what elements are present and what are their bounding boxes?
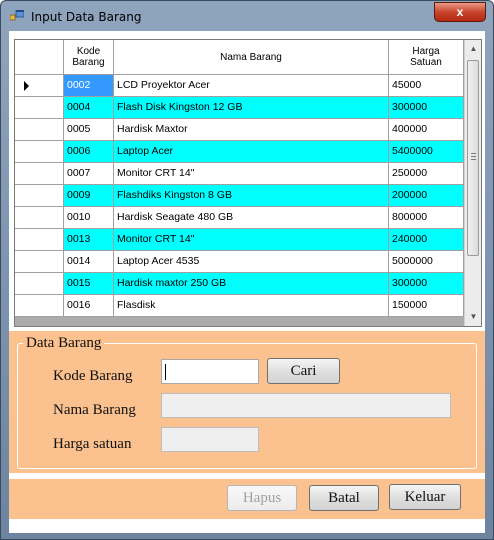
data-grid[interactable]: Kode Barang Nama Barang Harga Satuan 0002 L… — [14, 39, 482, 327]
harga-satuan-input[interactable] — [161, 427, 259, 452]
row-header[interactable] — [15, 119, 64, 141]
cell-kode[interactable]: 0014 — [64, 251, 114, 273]
scroll-down-icon[interactable]: ▼ — [467, 310, 480, 324]
cell-harga[interactable]: 200000 — [389, 185, 464, 207]
kode-barang-input[interactable] — [161, 359, 259, 384]
cell-harga[interactable]: 300000 — [389, 97, 464, 119]
group-title: Data Barang — [23, 335, 105, 352]
data-barang-panel: Data Barang Kode Barang Cari Nama Barang… — [9, 331, 485, 473]
cell-harga[interactable]: 240000 — [389, 229, 464, 251]
column-header-nama[interactable]: Nama Barang — [114, 40, 389, 74]
row-header[interactable] — [15, 229, 64, 251]
cell-kode[interactable]: 0013 — [64, 229, 114, 251]
app-window: Input Data Barang x Kode Barang Nama Bara… — [0, 0, 494, 540]
title-bar[interactable]: Input Data Barang x — [1, 1, 493, 29]
table-row[interactable]: 0010 Hardisk Seagate 480 GB 800000 — [15, 207, 464, 229]
kode-barang-label: Kode Barang — [53, 368, 133, 384]
cell-nama[interactable]: Hardisk Seagate 480 GB — [114, 207, 389, 229]
cell-harga[interactable]: 5000000 — [389, 251, 464, 273]
scrollbar-thumb[interactable] — [467, 60, 479, 256]
cell-harga[interactable]: 150000 — [389, 295, 464, 317]
cell-nama[interactable]: Monitor CRT 14" — [114, 229, 389, 251]
table-row[interactable]: 0004 Flash Disk Kingston 12 GB 300000 — [15, 97, 464, 119]
cell-kode[interactable]: 0016 — [64, 295, 114, 317]
row-header[interactable] — [15, 207, 64, 229]
column-header-nama-label: Nama Barang — [220, 51, 282, 63]
cell-harga[interactable]: 250000 — [389, 163, 464, 185]
nama-barang-input[interactable] — [161, 393, 451, 418]
cell-nama[interactable]: Flashdiks Kingston 8 GB — [114, 185, 389, 207]
button-bar: Hapus Batal Keluar — [9, 479, 485, 519]
row-header[interactable] — [15, 295, 64, 317]
grid-header: Kode Barang Nama Barang Harga Satuan — [15, 40, 464, 75]
row-header[interactable] — [15, 141, 64, 163]
current-row-arrow-icon — [24, 81, 29, 91]
cell-harga[interactable]: 400000 — [389, 119, 464, 141]
cell-kode[interactable]: 0004 — [64, 97, 114, 119]
column-header-harga-label: Harga Satuan — [410, 46, 442, 68]
cell-harga[interactable]: 5400000 — [389, 141, 464, 163]
window-title: Input Data Barang — [31, 10, 142, 24]
cell-harga[interactable]: 800000 — [389, 207, 464, 229]
cell-kode[interactable]: 0007 — [64, 163, 114, 185]
column-header-harga[interactable]: Harga Satuan — [389, 40, 464, 74]
text-caret — [165, 364, 166, 380]
cell-kode[interactable]: 0005 — [64, 119, 114, 141]
table-row[interactable]: 0013 Monitor CRT 14" 240000 — [15, 229, 464, 251]
table-row[interactable]: 0016 Flasdisk 150000 — [15, 295, 464, 317]
row-header[interactable] — [15, 273, 64, 295]
cell-nama[interactable]: Hardisk Maxtor — [114, 119, 389, 141]
cell-harga[interactable]: 45000 — [389, 75, 464, 97]
row-header[interactable] — [15, 163, 64, 185]
scroll-up-icon[interactable]: ▲ — [467, 42, 480, 56]
table-row[interactable]: 0015 Hardisk maxtor 250 GB 300000 — [15, 273, 464, 295]
row-header[interactable] — [15, 97, 64, 119]
cell-kode[interactable]: 0002 — [64, 75, 114, 97]
cell-nama[interactable]: Flash Disk Kingston 12 GB — [114, 97, 389, 119]
client-area: Kode Barang Nama Barang Harga Satuan 0002 L… — [9, 31, 485, 533]
table-row[interactable]: 0009 Flashdiks Kingston 8 GB 200000 — [15, 185, 464, 207]
column-header-kode[interactable]: Kode Barang — [64, 40, 114, 74]
nama-barang-label: Nama Barang — [53, 402, 136, 418]
cell-kode[interactable]: 0006 — [64, 141, 114, 163]
cell-nama[interactable]: Laptop Acer 4535 — [114, 251, 389, 273]
hapus-button[interactable]: Hapus — [227, 485, 297, 511]
cell-kode[interactable]: 0010 — [64, 207, 114, 229]
close-button[interactable]: x — [434, 2, 486, 22]
table-row[interactable]: 0007 Monitor CRT 14" 250000 — [15, 163, 464, 185]
batal-button[interactable]: Batal — [309, 485, 379, 511]
table-row[interactable]: 0005 Hardisk Maxtor 400000 — [15, 119, 464, 141]
table-row[interactable]: 0014 Laptop Acer 4535 5000000 — [15, 251, 464, 273]
vertical-scrollbar[interactable]: ▲ ▼ — [464, 40, 481, 326]
harga-satuan-label: Harga satuan — [53, 436, 132, 452]
cari-button[interactable]: Cari — [267, 358, 340, 384]
form-icon — [10, 10, 24, 21]
row-header-corner — [15, 40, 64, 74]
cell-harga[interactable]: 300000 — [389, 273, 464, 295]
table-row[interactable]: 0002 LCD Proyektor Acer 45000 — [15, 75, 464, 97]
cell-nama[interactable]: Flasdisk — [114, 295, 389, 317]
cell-kode[interactable]: 0015 — [64, 273, 114, 295]
row-header[interactable] — [15, 251, 64, 273]
keluar-button[interactable]: Keluar — [389, 484, 461, 510]
cell-nama[interactable]: Monitor CRT 14" — [114, 163, 389, 185]
cell-nama[interactable]: Hardisk maxtor 250 GB — [114, 273, 389, 295]
close-icon: x — [456, 5, 464, 19]
column-header-kode-label: Kode Barang — [72, 46, 105, 68]
table-row[interactable]: 0006 Laptop Acer 5400000 — [15, 141, 464, 163]
cell-nama[interactable]: Laptop Acer — [114, 141, 389, 163]
row-header[interactable] — [15, 185, 64, 207]
cell-nama[interactable]: LCD Proyektor Acer — [114, 75, 389, 97]
row-header[interactable] — [15, 75, 64, 97]
cell-kode[interactable]: 0009 — [64, 185, 114, 207]
